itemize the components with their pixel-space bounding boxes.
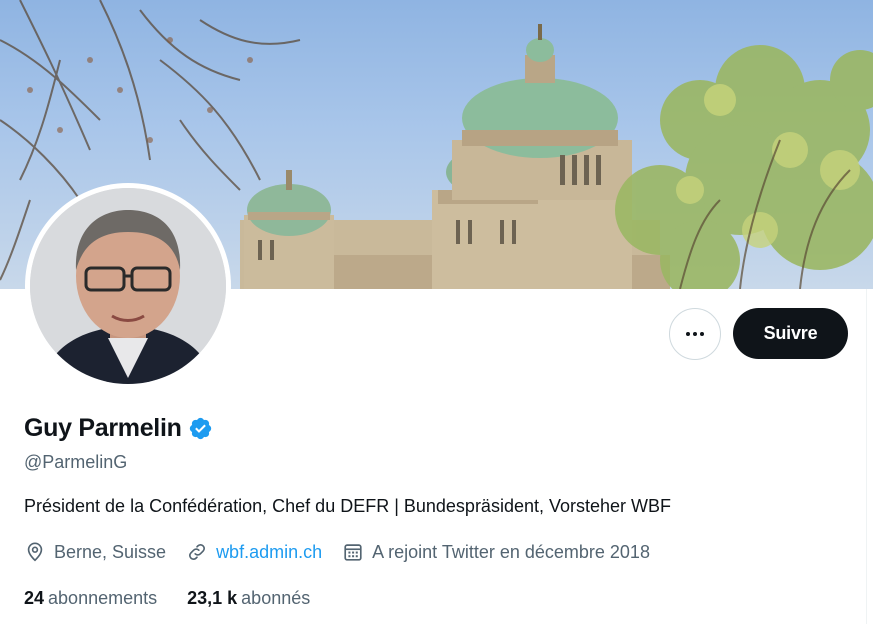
more-options-button[interactable] — [669, 308, 721, 360]
followers-label: abonnés — [241, 588, 311, 608]
follow-button[interactable]: Suivre — [733, 308, 848, 359]
profile-handle: @ParmelinG — [24, 452, 128, 472]
website-link[interactable]: wbf.admin.ch — [216, 542, 322, 563]
column-divider — [866, 289, 867, 624]
following-label: abonnements — [48, 588, 158, 608]
profile-location: Berne, Suisse — [24, 541, 166, 563]
location-pin-icon — [27, 542, 43, 562]
profile-joined: A rejoint Twitter en décembre 2018 — [342, 541, 650, 563]
profile-bio: Président de la Confédération, Chef du D… — [24, 496, 672, 516]
more-dots-icon — [686, 332, 704, 336]
location-label: Berne, Suisse — [54, 541, 167, 562]
avatar[interactable] — [25, 183, 231, 389]
follow-stats: 24 abonnements 23,1 k abonnés — [24, 588, 340, 609]
profile-name: Guy Parmelin — [24, 414, 182, 442]
verified-badge-icon[interactable] — [188, 416, 213, 441]
avatar-photo — [30, 188, 226, 384]
calendar-icon — [344, 544, 362, 561]
link-icon — [189, 544, 206, 560]
following-count: 24 — [24, 588, 45, 608]
following-link[interactable]: 24 abonnements — [24, 588, 157, 609]
profile-meta: Berne, Suisse wbf.admin.ch A rejoint Twi… — [24, 541, 670, 563]
joined-label: A rejoint Twitter en décembre 2018 — [372, 541, 650, 562]
followers-link[interactable]: 23,1 k abonnés — [187, 588, 310, 609]
profile-website[interactable]: wbf.admin.ch — [186, 541, 322, 563]
followers-count: 23,1 k — [187, 588, 238, 608]
profile-name-row: Guy Parmelin — [24, 414, 213, 443]
